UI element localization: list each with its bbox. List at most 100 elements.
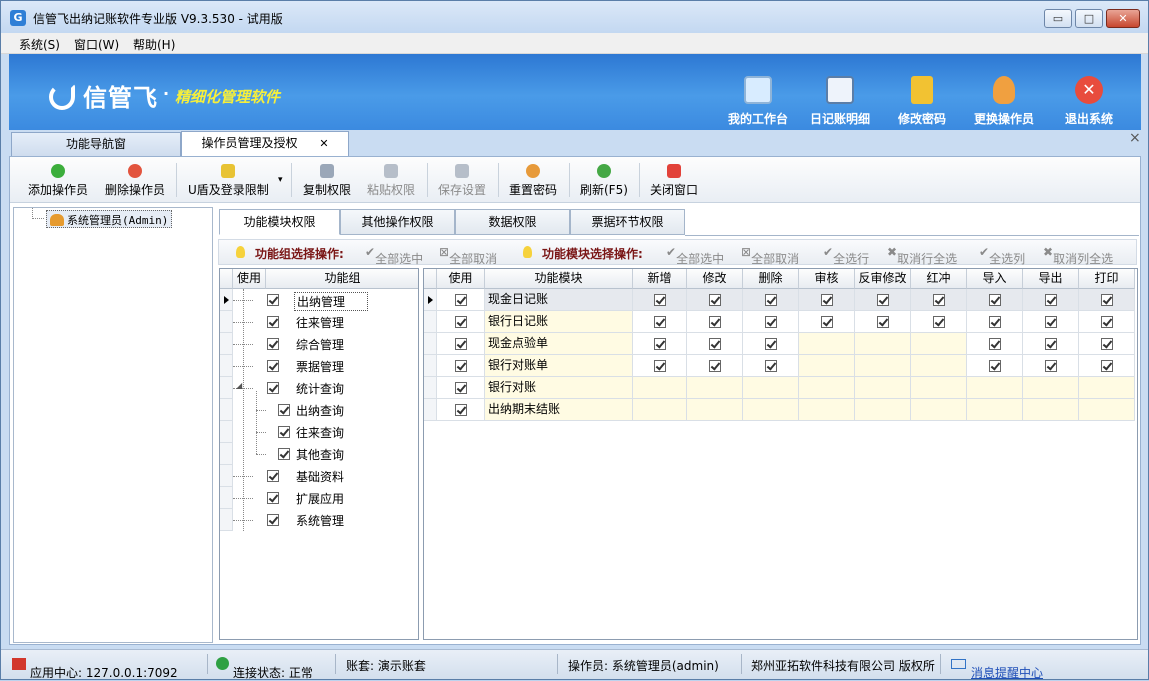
permission-checkbox[interactable] (989, 360, 1001, 372)
module-name-cell[interactable]: 银行对账 (485, 377, 633, 399)
close-window-button[interactable]: 关闭窗口 (650, 164, 698, 198)
permission-cell[interactable] (687, 377, 743, 399)
maximize-button[interactable]: □ (1075, 9, 1103, 28)
permission-cell[interactable] (967, 399, 1023, 421)
permission-cell[interactable] (911, 355, 967, 377)
tree-node-admin[interactable]: 系统管理员(Admin) (46, 210, 173, 228)
use-checkbox[interactable] (455, 360, 467, 372)
module-name-cell[interactable]: 现金日记账 (485, 289, 633, 311)
permission-checkbox[interactable] (1101, 316, 1113, 328)
permission-checkbox[interactable] (709, 338, 721, 350)
close-button[interactable]: ✕ (1106, 9, 1140, 28)
row-header[interactable] (220, 443, 233, 465)
module-name-cell[interactable]: 银行日记账 (485, 311, 633, 333)
workbench-button[interactable]: 我的工作台 (718, 76, 798, 127)
tab-navigation[interactable]: 功能导航窗 (11, 132, 181, 156)
permission-checkbox[interactable] (989, 338, 1001, 350)
module-name-cell[interactable]: 银行对账单 (485, 355, 633, 377)
row-header[interactable] (424, 399, 437, 421)
permission-checkbox[interactable] (821, 294, 833, 306)
use-checkbox[interactable] (455, 382, 467, 394)
group-checkbox[interactable] (267, 382, 279, 394)
group-checkbox[interactable] (267, 492, 279, 504)
permission-cell[interactable] (743, 377, 799, 399)
permission-checkbox[interactable] (1101, 338, 1113, 350)
row-header[interactable] (424, 333, 437, 355)
group-checkbox[interactable] (267, 338, 279, 350)
tab-data-permission[interactable]: 数据权限 (455, 209, 570, 235)
exit-system-button[interactable]: ✕ 退出系统 (1049, 76, 1129, 127)
row-header[interactable] (424, 377, 437, 399)
permission-checkbox[interactable] (877, 316, 889, 328)
permission-cell[interactable] (967, 377, 1023, 399)
reset-password-button[interactable]: 重置密码 (509, 164, 557, 198)
permission-cell[interactable] (911, 377, 967, 399)
row-header[interactable] (220, 377, 233, 399)
delete-operator-button[interactable]: 删除操作员 (105, 164, 165, 198)
module-select-all-button[interactable]: ✔ 全部选中 (666, 245, 724, 266)
row-header[interactable] (220, 289, 233, 311)
permission-checkbox[interactable] (1045, 316, 1057, 328)
tab-close-icon[interactable]: ✕ (319, 137, 328, 150)
permission-checkbox[interactable] (933, 316, 945, 328)
permission-checkbox[interactable] (654, 294, 666, 306)
add-operator-button[interactable]: 添加操作员 (28, 164, 88, 198)
permission-checkbox[interactable] (709, 294, 721, 306)
permission-checkbox[interactable] (709, 360, 721, 372)
permission-cell[interactable] (1023, 377, 1079, 399)
journal-detail-button[interactable]: 日记账明细 (800, 76, 880, 127)
module-name-cell[interactable]: 出纳期末结账 (485, 399, 633, 421)
permission-checkbox[interactable] (765, 360, 777, 372)
expand-icon[interactable]: ◢ (236, 381, 242, 390)
use-checkbox[interactable] (455, 404, 467, 416)
permission-cell[interactable] (743, 399, 799, 421)
permission-checkbox[interactable] (765, 316, 777, 328)
module-deselect-all-button[interactable]: ⊠ 全部取消 (741, 245, 799, 266)
permission-cell[interactable] (855, 399, 911, 421)
tab-other-permission[interactable]: 其他操作权限 (340, 209, 455, 235)
permission-cell[interactable] (1079, 377, 1135, 399)
group-checkbox[interactable] (267, 470, 279, 482)
permission-cell[interactable] (633, 377, 687, 399)
chevron-down-icon[interactable]: ▾ (278, 175, 283, 185)
permission-checkbox[interactable] (765, 338, 777, 350)
permission-cell[interactable] (855, 377, 911, 399)
row-header[interactable] (220, 311, 233, 333)
group-checkbox[interactable] (278, 448, 290, 460)
menu-help[interactable]: 帮助(H) (133, 36, 175, 53)
permission-checkbox[interactable] (1045, 338, 1057, 350)
row-header[interactable] (220, 487, 233, 509)
tab-module-permission[interactable]: 功能模块权限 (219, 209, 340, 235)
refresh-button[interactable]: 刷新(F5) (580, 164, 628, 198)
permission-checkbox[interactable] (821, 316, 833, 328)
row-header[interactable] (220, 333, 233, 355)
select-col-button[interactable]: ✔ 全选列 (979, 245, 1025, 266)
paste-permission-button[interactable]: 粘贴权限 (367, 164, 415, 198)
use-checkbox[interactable] (455, 338, 467, 350)
permission-checkbox[interactable] (989, 294, 1001, 306)
row-header[interactable] (220, 465, 233, 487)
row-header[interactable] (220, 399, 233, 421)
group-deselect-all-button[interactable]: ⊠ 全部取消 (439, 245, 497, 266)
permission-checkbox[interactable] (654, 360, 666, 372)
row-header[interactable] (424, 311, 437, 333)
permission-cell[interactable] (855, 355, 911, 377)
group-checkbox[interactable] (267, 294, 279, 306)
permission-cell[interactable] (799, 355, 855, 377)
panel-close-icon[interactable]: × (1129, 130, 1141, 146)
group-checkbox[interactable] (278, 404, 290, 416)
ukey-login-limit-button[interactable]: U盾及登录限制 (188, 164, 269, 198)
change-password-button[interactable]: 修改密码 (882, 76, 962, 127)
permission-cell[interactable] (687, 399, 743, 421)
permission-cell[interactable] (799, 333, 855, 355)
group-checkbox[interactable] (267, 316, 279, 328)
switch-operator-button[interactable]: 更换操作员 (964, 76, 1044, 127)
deselect-col-button[interactable]: ✖ 取消列全选 (1043, 245, 1113, 266)
group-checkbox[interactable] (278, 426, 290, 438)
permission-checkbox[interactable] (1045, 294, 1057, 306)
menu-system[interactable]: 系统(S) (19, 36, 60, 53)
permission-cell[interactable] (911, 333, 967, 355)
group-checkbox[interactable] (267, 360, 279, 372)
menu-window[interactable]: 窗口(W) (74, 36, 119, 53)
permission-checkbox[interactable] (709, 316, 721, 328)
